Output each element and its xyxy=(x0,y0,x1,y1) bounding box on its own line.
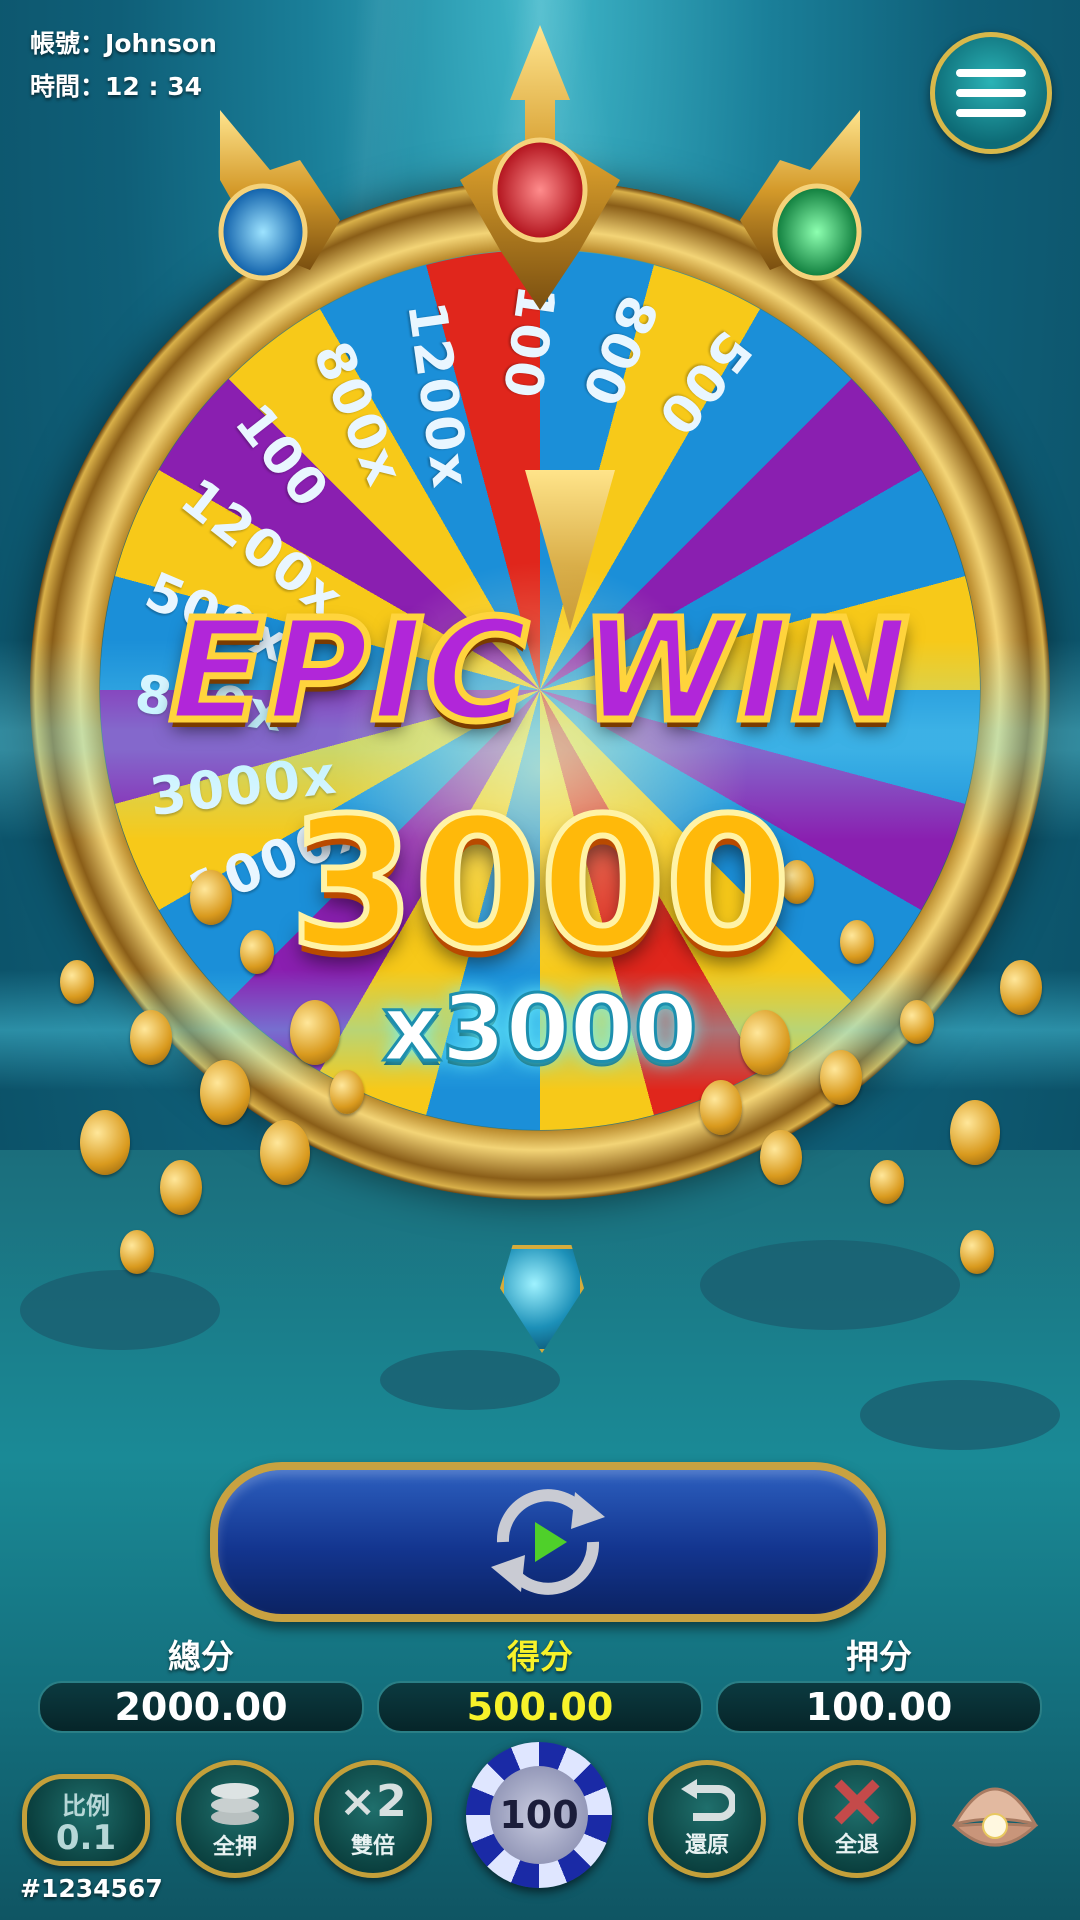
pearl-shell-icon[interactable] xyxy=(945,1764,1045,1864)
win-score-label: 得分 xyxy=(507,1637,573,1676)
undo-label: 還原 xyxy=(684,1833,729,1858)
all-in-label: 全押 xyxy=(212,1835,257,1860)
undo-button[interactable]: 還原 xyxy=(648,1760,766,1878)
double-symbol: ×2 xyxy=(339,1776,407,1827)
hamburger-menu-icon xyxy=(956,69,1026,77)
chip-value: 100 xyxy=(490,1766,588,1864)
trident-crown-icon xyxy=(218,25,862,310)
bet-score: 押分 100.00 xyxy=(716,1630,1042,1733)
clear-label: 全退 xyxy=(834,1833,879,1858)
ratio-label: 比例 xyxy=(62,1791,110,1820)
hamburger-line xyxy=(956,89,1026,97)
account-label: 帳號： xyxy=(30,29,106,58)
gold-coin xyxy=(260,1120,310,1185)
autospin-play-icon xyxy=(491,1489,605,1595)
win-amount: 3000 xyxy=(287,777,794,992)
double-label: 雙倍 xyxy=(350,1834,395,1859)
ratio-value: 0.1 xyxy=(55,1817,117,1858)
gold-coin xyxy=(80,1110,130,1175)
win-score: 得分 500.00 xyxy=(377,1630,703,1733)
hamburger-line xyxy=(956,109,1026,117)
win-score-value: 500.00 xyxy=(377,1681,703,1733)
gold-coin xyxy=(700,1080,742,1135)
total-score-label: 總分 xyxy=(168,1637,234,1676)
bet-score-value: 100.00 xyxy=(716,1681,1042,1733)
menu-button[interactable] xyxy=(930,32,1052,154)
all-in-button[interactable]: 全押 xyxy=(176,1760,294,1878)
epic-win-title: EPIC WIN xyxy=(166,587,913,757)
bet-score-label: 押分 xyxy=(846,1637,912,1676)
spin-button[interactable] xyxy=(210,1462,886,1622)
double-button[interactable]: ×2 雙倍 xyxy=(314,1760,432,1878)
close-icon xyxy=(834,1779,880,1825)
total-score-value: 2000.00 xyxy=(38,1681,364,1733)
serial-number: #1234567 xyxy=(20,1874,163,1903)
gold-coin xyxy=(870,1160,904,1205)
gold-coin xyxy=(160,1160,202,1215)
time-label: 時間： xyxy=(30,72,106,101)
chip-selector[interactable]: 100 xyxy=(466,1742,612,1888)
clear-button[interactable]: 全退 xyxy=(798,1760,916,1878)
ratio-button[interactable]: 比例 0.1 xyxy=(22,1774,150,1866)
undo-icon xyxy=(681,1779,735,1821)
total-score: 總分 2000.00 xyxy=(38,1630,364,1733)
gold-coin xyxy=(960,1230,994,1275)
gold-coin xyxy=(950,1100,1000,1165)
coin-stack-icon xyxy=(211,1783,259,1825)
win-multiplier: x3000 xyxy=(381,974,699,1084)
gold-coin xyxy=(120,1230,154,1275)
gold-coin xyxy=(760,1130,802,1185)
